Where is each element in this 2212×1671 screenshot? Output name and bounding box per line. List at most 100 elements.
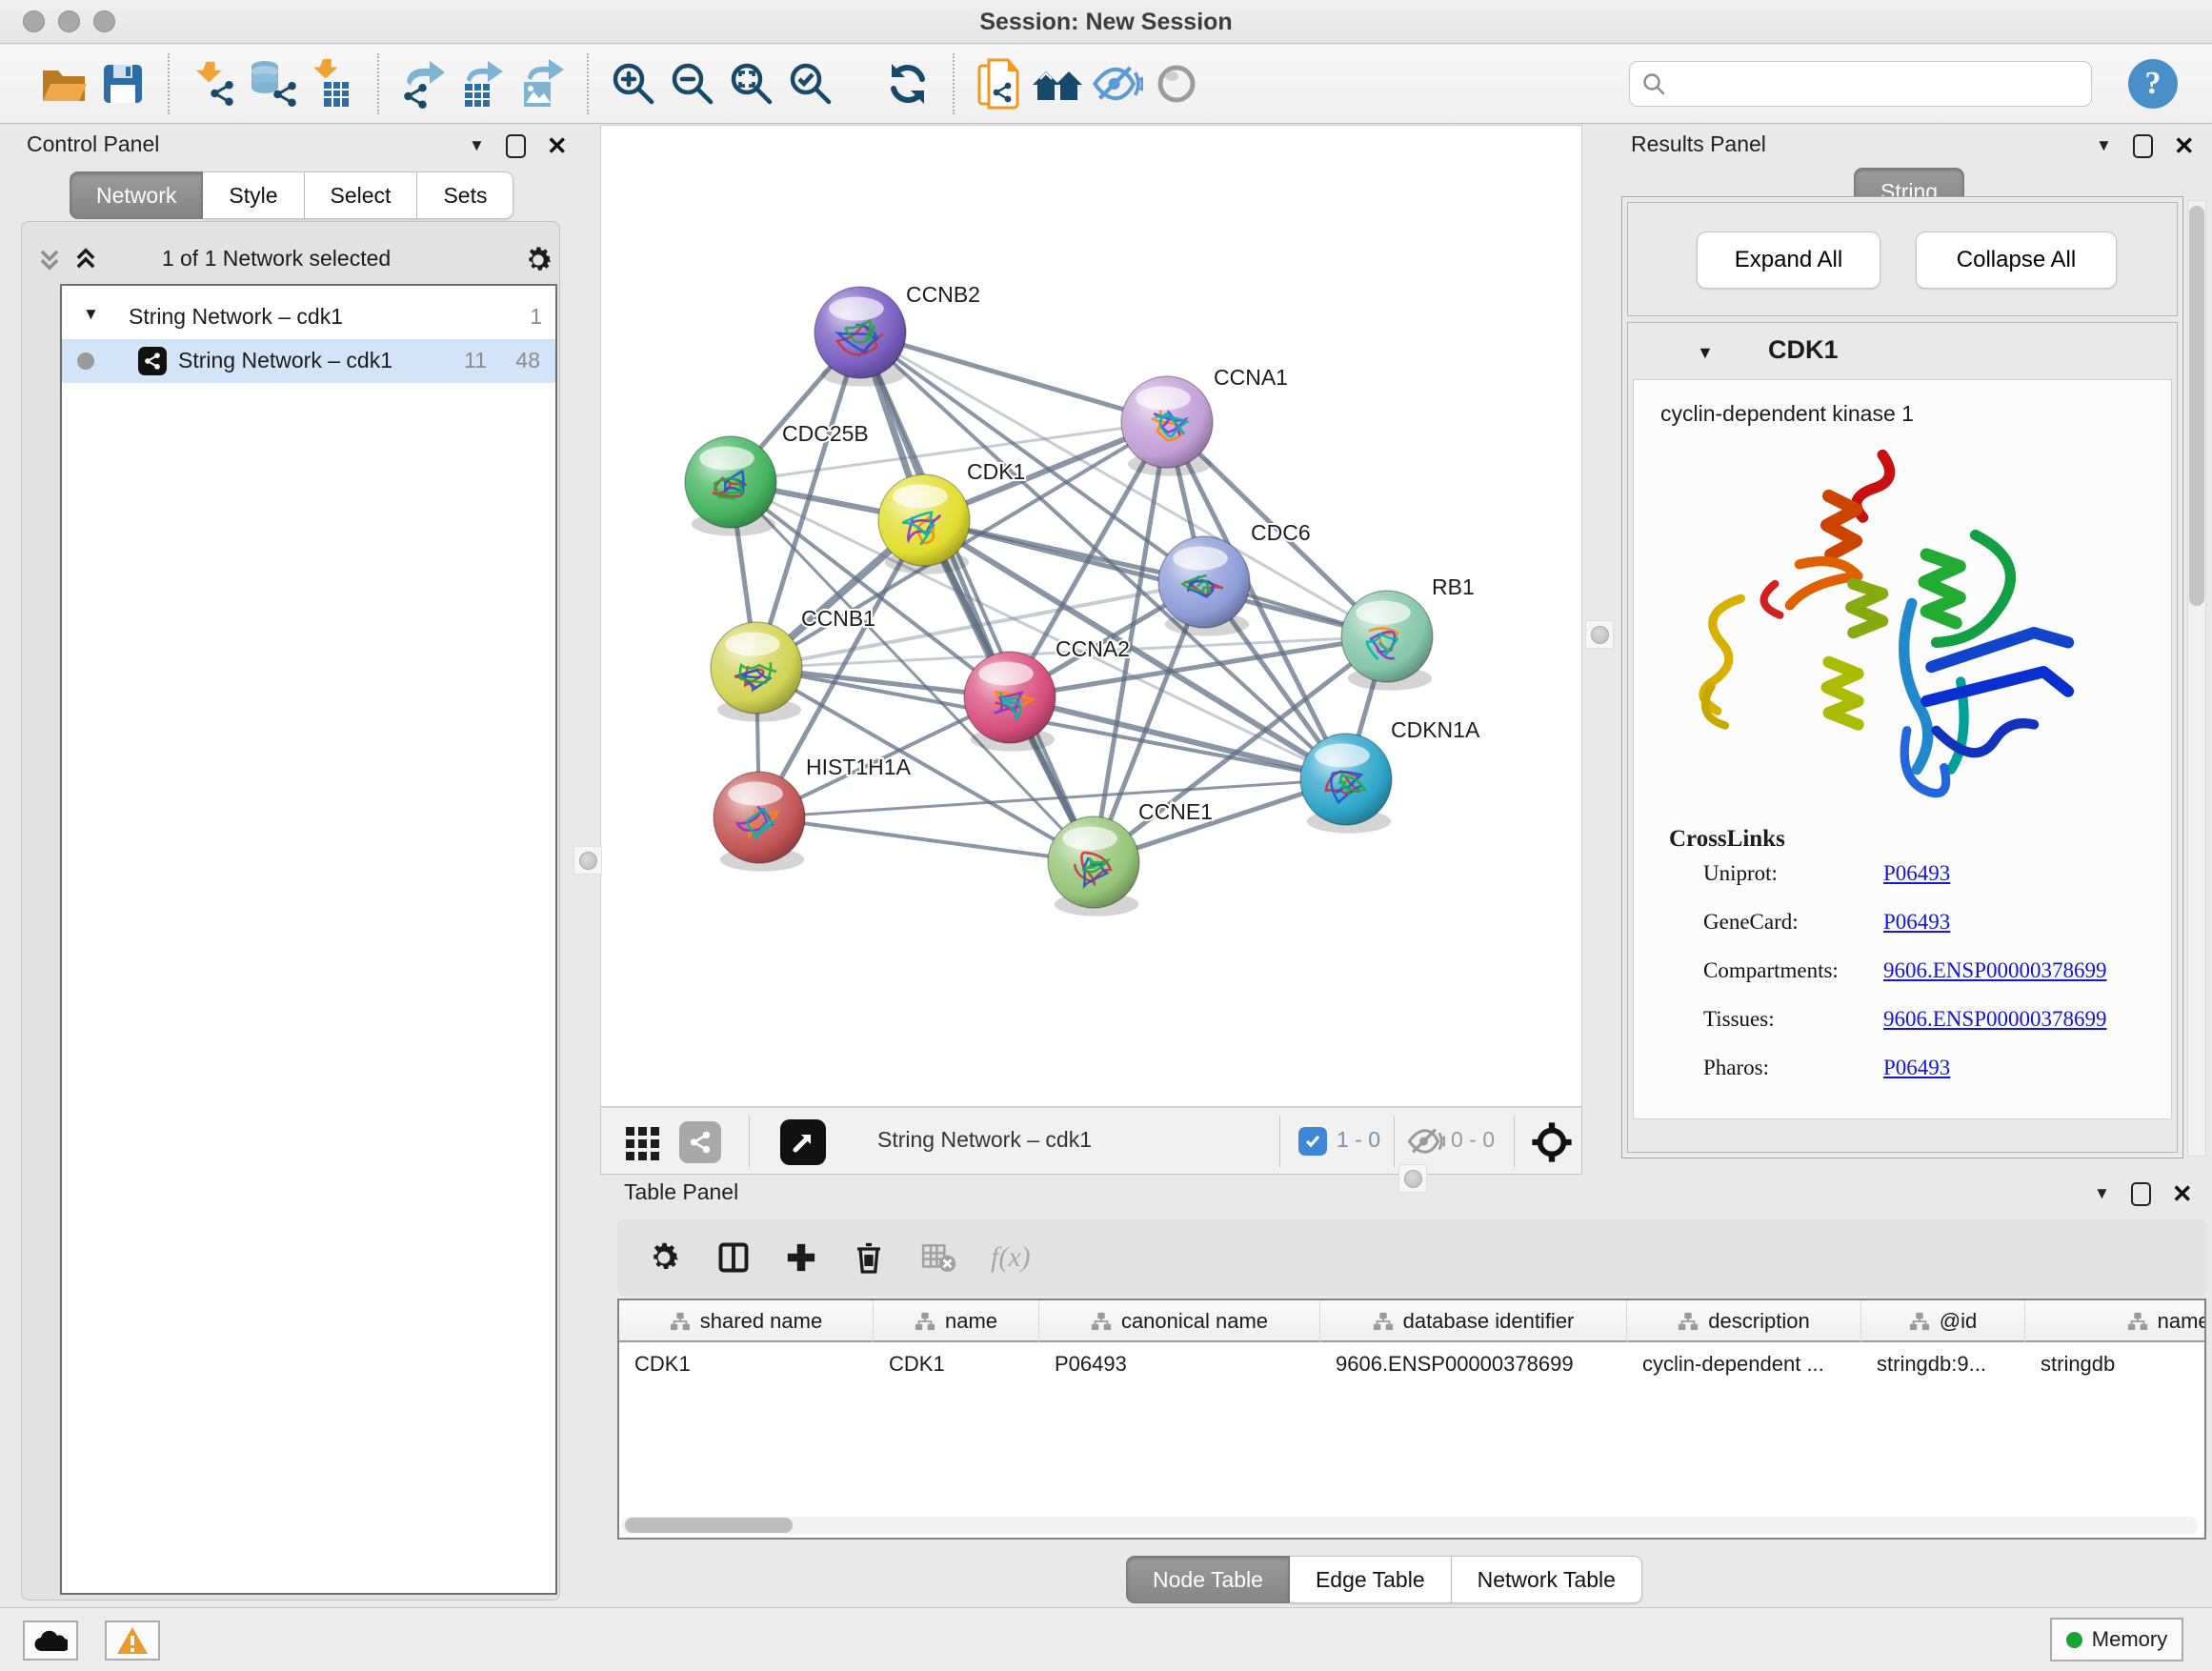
node-count: 11 <box>464 348 487 373</box>
crosslink-link[interactable]: P06493 <box>1883 861 1950 886</box>
column-header-shared-name[interactable]: shared name <box>619 1300 874 1342</box>
node-CDC25B[interactable] <box>685 436 776 536</box>
table-cell[interactable]: cyclin-dependent ... <box>1627 1344 1861 1384</box>
table-hscrollbar-thumb[interactable] <box>625 1518 793 1533</box>
panel-float-icon[interactable] <box>2131 1182 2151 1206</box>
node-CCNE1[interactable] <box>1048 816 1139 916</box>
panel-close-icon[interactable]: ✕ <box>2174 133 2195 158</box>
import-network-button[interactable] <box>185 54 244 113</box>
tab-edge-table[interactable]: Edge Table <box>1290 1556 1452 1603</box>
table-cell[interactable]: 9606.ENSP00000378699 <box>1320 1344 1627 1384</box>
zoom-out-button[interactable] <box>663 54 722 113</box>
network-graph[interactable]: CCNB2CCNA1CDC25BCDK1CDC6RB1CCNB1CCNA2CDK… <box>601 126 1581 1106</box>
tab-node-table[interactable]: Node Table <box>1126 1556 1290 1603</box>
memory-button[interactable]: Memory <box>2050 1618 2183 1661</box>
table-cell[interactable]: CDK1 <box>619 1344 874 1384</box>
zoom-in-button[interactable] <box>604 54 663 113</box>
crosslink-link[interactable]: 9606.ENSP00000378699 <box>1883 958 2107 983</box>
open-session-button[interactable] <box>34 54 93 113</box>
zoom-selected-button[interactable] <box>781 54 840 113</box>
node-CDKN1A[interactable] <box>1300 734 1392 834</box>
import-network-from-database-button[interactable] <box>244 54 303 113</box>
panel-float-icon[interactable] <box>2133 134 2153 158</box>
node-CCNB1[interactable] <box>711 622 802 722</box>
column-header-namespace[interactable]: namespace <box>2025 1300 2206 1342</box>
node-CCNB2[interactable] <box>814 287 906 387</box>
tab-select[interactable]: Select <box>305 171 418 219</box>
export-image-button[interactable] <box>513 54 572 113</box>
table-options-gear-icon[interactable] <box>646 1239 682 1276</box>
birds-eye-view-icon[interactable] <box>780 1119 826 1165</box>
panel-close-icon[interactable]: ✕ <box>2172 1181 2193 1206</box>
edge-CCNB2-CCNE1[interactable] <box>860 332 1094 862</box>
network-options-gear-icon[interactable] <box>522 244 554 276</box>
hide-unhide-button[interactable] <box>1088 54 1147 113</box>
export-network-button[interactable] <box>394 54 453 113</box>
table-cell[interactable]: P06493 <box>1039 1344 1320 1384</box>
column-header-name[interactable]: name <box>874 1300 1039 1342</box>
crosshair-icon[interactable] <box>1531 1121 1573 1163</box>
crosslink-link[interactable]: 9606.ENSP00000378699 <box>1883 1007 2107 1032</box>
splitter-handle[interactable] <box>573 846 602 875</box>
tab-network[interactable]: Network <box>70 171 203 219</box>
entry-disclosure-icon[interactable]: ▼ <box>1697 343 1714 363</box>
selected-checkbox-icon[interactable] <box>1298 1127 1327 1156</box>
preview-button[interactable] <box>1147 54 1206 113</box>
export-table-button[interactable] <box>453 54 513 113</box>
panel-close-icon[interactable]: ✕ <box>547 133 568 158</box>
splitter-handle[interactable] <box>1585 620 1614 649</box>
column-header-canonical-name[interactable]: canonical name <box>1039 1300 1320 1342</box>
save-session-button[interactable] <box>93 54 152 113</box>
edge-HIST1H1A-CCNE1[interactable] <box>759 817 1094 862</box>
table-cell[interactable]: CDK1 <box>874 1344 1039 1384</box>
tab-network-table[interactable]: Network Table <box>1452 1556 1642 1603</box>
zoom-fit-button[interactable] <box>722 54 781 113</box>
node-CCNA1[interactable] <box>1121 376 1213 476</box>
help-button[interactable]: ? <box>2128 59 2178 109</box>
add-column-icon[interactable] <box>785 1241 817 1274</box>
collapse-all-icon[interactable] <box>36 246 63 272</box>
splitter-handle[interactable] <box>1398 1164 1427 1193</box>
panel-menu-icon[interactable]: ▼ <box>2094 1184 2110 1203</box>
network-share-view-icon[interactable] <box>679 1121 721 1163</box>
network-row-selected[interactable]: String Network – cdk1 11 48 <box>62 339 555 383</box>
grid-view-icon[interactable] <box>624 1123 662 1161</box>
crosslink-link[interactable]: P06493 <box>1883 910 1950 935</box>
string-home-button[interactable] <box>1029 54 1088 113</box>
import-table-button[interactable] <box>303 54 362 113</box>
show-columns-icon[interactable] <box>716 1240 751 1275</box>
panel-menu-icon[interactable]: ▼ <box>469 136 485 155</box>
node-HIST1H1A[interactable] <box>714 772 805 872</box>
column-header-database-identifier[interactable]: database identifier <box>1320 1300 1627 1342</box>
node-RB1[interactable] <box>1341 591 1433 691</box>
column-header-@id[interactable]: @id <box>1861 1300 2025 1342</box>
results-scrollbar-thumb[interactable] <box>2189 206 2204 606</box>
table-cell[interactable]: stringdb <box>2025 1344 2206 1384</box>
table-hscrollbar-track[interactable] <box>621 1517 2199 1534</box>
warnings-button[interactable] <box>105 1621 160 1661</box>
search-box[interactable] <box>1629 61 2092 107</box>
apply-layout-button[interactable] <box>878 54 937 113</box>
cloud-status-button[interactable] <box>23 1621 78 1661</box>
share-network-file-button[interactable] <box>970 54 1029 113</box>
hidden-eye-icon[interactable] <box>1407 1127 1445 1156</box>
collection-disclosure-icon[interactable]: ▼ <box>83 305 99 324</box>
node-CDK1[interactable] <box>878 474 970 574</box>
network-canvas[interactable]: CCNB2CCNA1CDC25BCDK1CDC6RB1CCNB1CCNA2CDK… <box>600 125 1582 1107</box>
panel-menu-icon[interactable]: ▼ <box>2096 136 2112 155</box>
collapse-all-button[interactable]: Collapse All <box>1916 232 2117 289</box>
node-CDC6[interactable] <box>1158 536 1250 636</box>
crosslink-link[interactable]: P06493 <box>1883 1056 1950 1080</box>
delete-column-trash-icon[interactable] <box>852 1240 886 1275</box>
panel-float-icon[interactable] <box>506 134 526 158</box>
tab-sets[interactable]: Sets <box>417 171 513 219</box>
expand-all-button[interactable]: Expand All <box>1697 232 1880 289</box>
column-header-description[interactable]: description <box>1627 1300 1861 1342</box>
table-row[interactable]: CDK1CDK1P064939606.ENSP00000378699cyclin… <box>619 1344 2206 1384</box>
edge-CDK1-RB1[interactable] <box>924 520 1387 636</box>
network-collection-row[interactable]: ▼ String Network – cdk1 1 <box>62 295 555 339</box>
search-input[interactable] <box>1666 71 2047 96</box>
tab-style[interactable]: Style <box>203 171 304 219</box>
node-CCNA2[interactable] <box>964 652 1056 752</box>
table-cell[interactable]: stringdb:9... <box>1861 1344 2025 1384</box>
